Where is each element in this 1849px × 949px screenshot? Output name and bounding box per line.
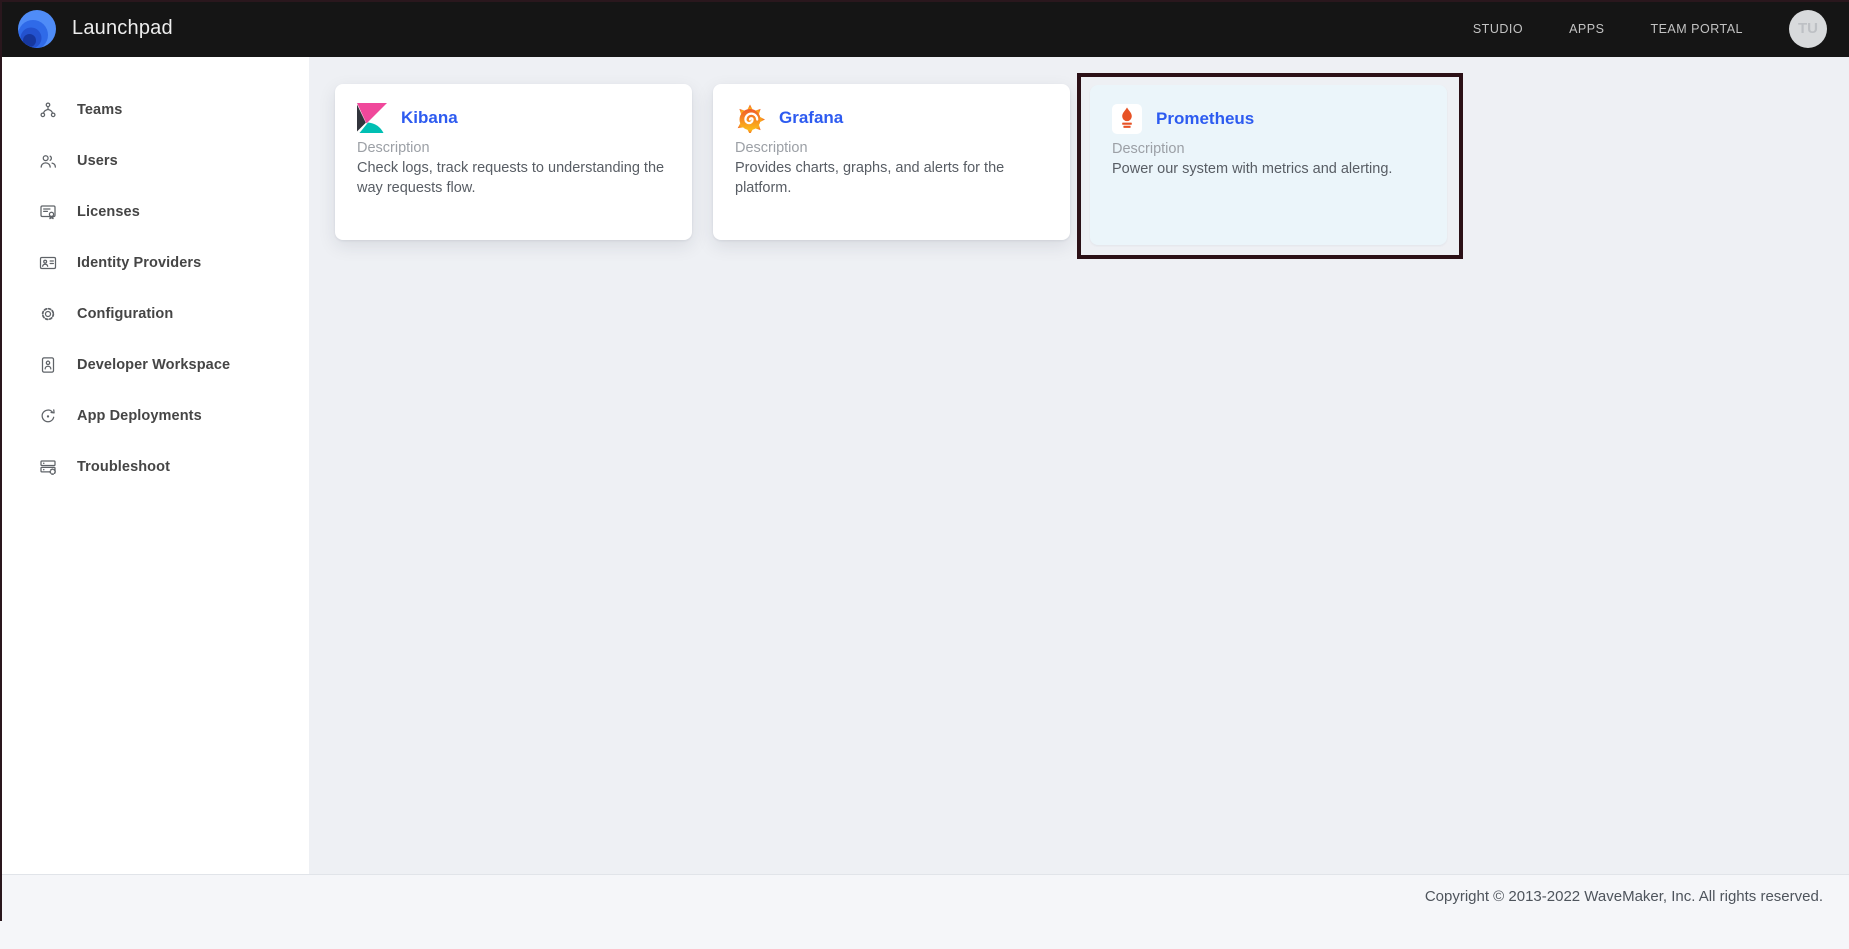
app-deployments-icon bbox=[38, 406, 58, 426]
sidebar-item-label: Identity Providers bbox=[77, 255, 201, 271]
sidebar: Teams Users Licenses bbox=[0, 57, 309, 874]
sidebar-item-label: Users bbox=[77, 153, 118, 169]
left-edge-border bbox=[0, 0, 2, 921]
sidebar-item-app-deployments[interactable]: App Deployments bbox=[0, 390, 309, 441]
description-text: Provides charts, graphs, and alerts for … bbox=[735, 159, 1048, 198]
description-label: Description bbox=[1112, 141, 1425, 157]
sidebar-item-label: Licenses bbox=[77, 204, 140, 220]
card-header: Kibana bbox=[357, 103, 670, 133]
page-footer: Copyright © 2013-2022 WaveMaker, Inc. Al… bbox=[0, 874, 1849, 949]
app-title-link[interactable]: Grafana bbox=[779, 108, 843, 128]
kibana-logo-icon bbox=[357, 103, 387, 133]
users-icon bbox=[38, 151, 58, 171]
licenses-icon bbox=[38, 202, 58, 222]
troubleshoot-icon bbox=[38, 457, 58, 477]
user-avatar[interactable]: TU bbox=[1789, 10, 1827, 48]
nav-link-studio[interactable]: STUDIO bbox=[1473, 22, 1523, 36]
top-navbar: Launchpad STUDIO APPS TEAM PORTAL TU bbox=[0, 0, 1849, 57]
prometheus-logo-icon bbox=[1112, 104, 1142, 134]
sidebar-item-teams[interactable]: Teams bbox=[0, 84, 309, 135]
sidebar-item-label: App Deployments bbox=[77, 408, 202, 424]
app-card-prometheus[interactable]: Prometheus Description Power our system … bbox=[1090, 85, 1447, 245]
app-card-kibana[interactable]: Kibana Description Check logs, track req… bbox=[335, 84, 692, 240]
developer-workspace-icon bbox=[38, 355, 58, 375]
configuration-icon bbox=[38, 304, 58, 324]
top-edge-border bbox=[0, 0, 1849, 2]
description-label: Description bbox=[735, 140, 1048, 156]
card-header: Grafana bbox=[735, 103, 1048, 133]
sidebar-item-configuration[interactable]: Configuration bbox=[0, 288, 309, 339]
brand: Launchpad bbox=[0, 9, 173, 49]
teams-icon bbox=[38, 100, 58, 120]
app-title: Launchpad bbox=[72, 17, 173, 40]
description-text: Power our system with metrics and alerti… bbox=[1112, 160, 1425, 180]
sidebar-item-licenses[interactable]: Licenses bbox=[0, 186, 309, 237]
nav-link-apps[interactable]: APPS bbox=[1569, 22, 1604, 36]
sidebar-item-label: Configuration bbox=[77, 306, 173, 322]
sidebar-item-label: Troubleshoot bbox=[77, 459, 170, 475]
launchpad-screen: Launchpad STUDIO APPS TEAM PORTAL TU Tea… bbox=[0, 0, 1849, 949]
card-header: Prometheus bbox=[1112, 104, 1425, 134]
copyright-text: Copyright © 2013-2022 WaveMaker, Inc. Al… bbox=[1425, 888, 1823, 905]
sidebar-item-label: Developer Workspace bbox=[77, 357, 230, 373]
description-label: Description bbox=[357, 140, 670, 156]
identity-providers-icon bbox=[38, 253, 58, 273]
app-card-grafana[interactable]: Grafana Description Provides charts, gra… bbox=[713, 84, 1070, 240]
description-text: Check logs, track requests to understand… bbox=[357, 159, 670, 198]
sidebar-item-developer-workspace[interactable]: Developer Workspace bbox=[0, 339, 309, 390]
sidebar-item-identity-providers[interactable]: Identity Providers bbox=[0, 237, 309, 288]
top-nav-links: STUDIO APPS TEAM PORTAL TU bbox=[1473, 0, 1827, 57]
app-title-link[interactable]: Prometheus bbox=[1156, 109, 1254, 129]
grafana-logo-icon bbox=[735, 103, 765, 133]
sidebar-item-users[interactable]: Users bbox=[0, 135, 309, 186]
wavemaker-wave-logo-icon bbox=[17, 9, 57, 49]
sidebar-item-troubleshoot[interactable]: Troubleshoot bbox=[0, 441, 309, 492]
nav-link-team-portal[interactable]: TEAM PORTAL bbox=[1650, 22, 1743, 36]
app-title-link[interactable]: Kibana bbox=[401, 108, 458, 128]
sidebar-item-label: Teams bbox=[77, 102, 122, 118]
